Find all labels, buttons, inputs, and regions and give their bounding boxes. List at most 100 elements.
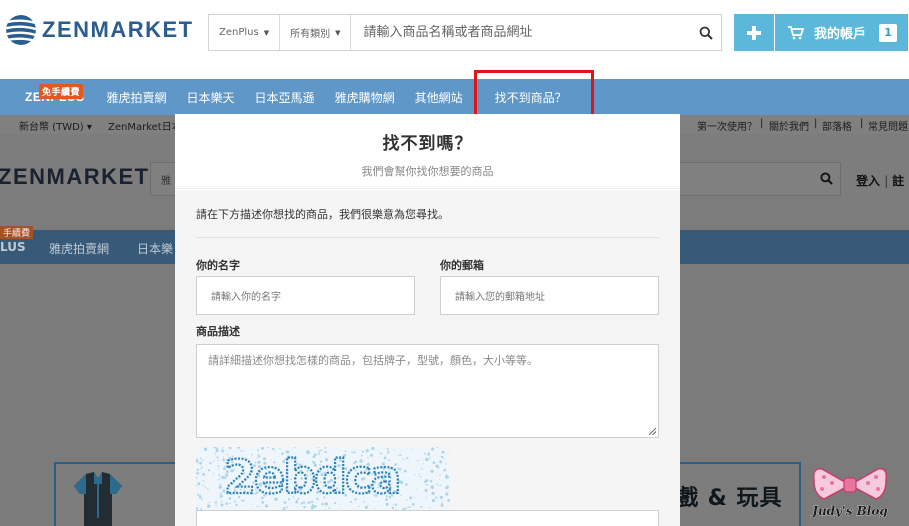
site-header: ZENMARKET ZenPlus ▼ 所有類別 ▼ 我的帳	[0, 0, 909, 66]
captcha-noise-dot	[435, 496, 438, 499]
main-nav: 免手續費 ZENPLUS 雅虎拍賣網 日本樂天 日本亞馬遜 雅虎購物網 其他網站…	[0, 79, 909, 115]
captcha-noise-dot	[431, 491, 435, 496]
captcha-noise-dot	[432, 461, 436, 464]
captcha-noise-dot	[413, 497, 415, 499]
captcha-noise-dot	[235, 503, 238, 507]
captcha-noise-dot	[217, 459, 219, 461]
description-textarea[interactable]: 請詳細描述你想找怎樣的商品，包括牌子，型號，顏色，大小等等。	[196, 344, 659, 438]
captcha-noise-dot	[429, 480, 433, 483]
nav-item-rakuten[interactable]: 日本樂天	[177, 89, 245, 106]
search-bar: ZenPlus ▼ 所有類別 ▼	[208, 14, 722, 51]
currency-selector[interactable]: 新台幣 (TWD) ▾	[19, 118, 92, 133]
background-login-links: 登入 | 註	[856, 172, 904, 189]
background-zenmarket-link[interactable]: ZenMarket日本	[108, 118, 182, 133]
captcha-noise-dot	[400, 494, 402, 497]
captcha-noise-dot	[197, 493, 200, 496]
captcha-noise-dot	[436, 447, 439, 448]
service-dropdown[interactable]: ZenPlus ▼	[209, 15, 281, 50]
captcha-noise-dot	[439, 460, 443, 464]
background-nav-zenplus: LUS	[0, 240, 26, 254]
captcha-noise-dot	[408, 506, 411, 509]
login-link[interactable]: 登入	[856, 174, 880, 188]
nav-item-yahoo-auction[interactable]: 雅虎拍賣網	[97, 89, 177, 106]
name-input-placeholder: 請輸入你的名字	[211, 292, 281, 303]
captcha-noise-dot	[207, 504, 211, 508]
category-dropdown[interactable]: 所有類別 ▼	[280, 15, 352, 50]
captcha-noise-dot	[196, 468, 199, 471]
captcha-noise-dot	[367, 504, 369, 507]
captcha-noise-dot	[439, 474, 441, 476]
captcha-noise-dot	[216, 456, 219, 459]
divider: |	[814, 118, 818, 129]
captcha-noise-dot	[265, 504, 269, 508]
about-link[interactable]: 關於我們	[769, 118, 809, 133]
captcha-noise-dot	[432, 488, 434, 490]
captcha-noise-dot	[219, 483, 221, 485]
search-button[interactable]	[691, 26, 721, 40]
captcha-noise-dot	[218, 478, 220, 481]
captcha-noise-dot	[303, 505, 306, 509]
captcha-noise-dot	[423, 452, 426, 455]
captcha-noise-dot	[431, 499, 436, 503]
cart-icon	[788, 25, 804, 39]
captcha-noise-dot	[267, 447, 270, 448]
captcha-noise-dot	[293, 447, 296, 449]
add-item-button[interactable]	[734, 14, 774, 51]
captcha-noise-dot	[427, 453, 430, 456]
email-label: 你的郵箱	[440, 259, 484, 272]
background-free-badge: 手續費	[0, 226, 34, 239]
search-input[interactable]	[351, 15, 691, 50]
captcha-noise-dot	[445, 463, 447, 465]
nav-item-other-sites[interactable]: 其他網站	[405, 89, 473, 106]
captcha-noise-dot	[425, 483, 428, 486]
captcha-noise-dot	[257, 505, 259, 507]
captcha-noise-dot	[311, 504, 315, 507]
register-link[interactable]: 註	[892, 174, 904, 188]
cant-find-modal: 找不到嗎？ 我們會幫你找你想要的商品 請在下方描述你想找的商品，我們很樂意為您尋…	[175, 114, 680, 526]
watermark-text: Judy's Blog	[810, 504, 887, 518]
first-time-link[interactable]: 第一次使用？	[697, 118, 757, 133]
captcha-noise-dot	[444, 475, 446, 477]
captcha-noise-dot	[212, 472, 214, 474]
captcha-noise-dot	[399, 454, 402, 457]
captcha-noise-dot	[405, 507, 408, 509]
captcha-noise-dot	[218, 468, 220, 470]
logo-icon	[6, 15, 36, 45]
captcha-noise-dot	[392, 504, 394, 506]
captcha-noise-dot	[317, 447, 320, 449]
currency-label: 新台幣 (TWD)	[19, 122, 84, 133]
name-label: 你的名字	[196, 259, 240, 272]
faq-link[interactable]: 常見問題	[868, 118, 908, 133]
captcha-noise-dot	[440, 503, 444, 507]
captcha-noise-dot	[425, 479, 429, 483]
my-account-button[interactable]: 我的帳戶 1	[775, 14, 908, 51]
nav-item-amazon-jp[interactable]: 日本亞馬遜	[245, 89, 325, 106]
logo[interactable]: ZENMARKET	[5, 14, 194, 46]
captcha-noise-dot	[214, 453, 217, 455]
captcha-input[interactable]	[196, 510, 659, 526]
captcha-noise-dot	[416, 487, 418, 489]
name-input[interactable]: 請輸入你的名字	[196, 276, 415, 315]
captcha-noise-dot	[429, 456, 431, 459]
captcha-noise-dot	[431, 447, 435, 451]
email-input[interactable]: 請輸入您的郵箱地址	[440, 276, 659, 315]
blog-link[interactable]: 部落格	[822, 118, 852, 133]
captcha-noise-dot	[425, 496, 427, 498]
captcha-noise-dot	[202, 472, 205, 476]
divider	[196, 237, 659, 238]
resize-handle-icon[interactable]	[649, 428, 656, 435]
captcha-noise-dot	[425, 457, 429, 461]
modal-header: 找不到嗎？ 我們會幫你找你想要的商品	[175, 114, 680, 189]
free-fee-badge: 免手續費	[39, 84, 84, 99]
nav-item-yahoo-shopping[interactable]: 雅虎購物網	[325, 89, 405, 106]
captcha-noise-dot	[220, 501, 223, 503]
captcha-noise-dot	[445, 486, 448, 490]
divider: |	[884, 174, 893, 188]
captcha-noise-dot	[443, 468, 447, 472]
captcha-noise-dot	[197, 482, 201, 486]
nav-item-zenplus[interactable]: 免手續費 ZENPLUS	[0, 84, 97, 104]
captcha-noise-dot	[429, 506, 431, 508]
captcha-noise-dot	[202, 480, 205, 482]
captcha-noise-dot	[420, 505, 423, 508]
captcha-noise-dot	[252, 503, 254, 505]
